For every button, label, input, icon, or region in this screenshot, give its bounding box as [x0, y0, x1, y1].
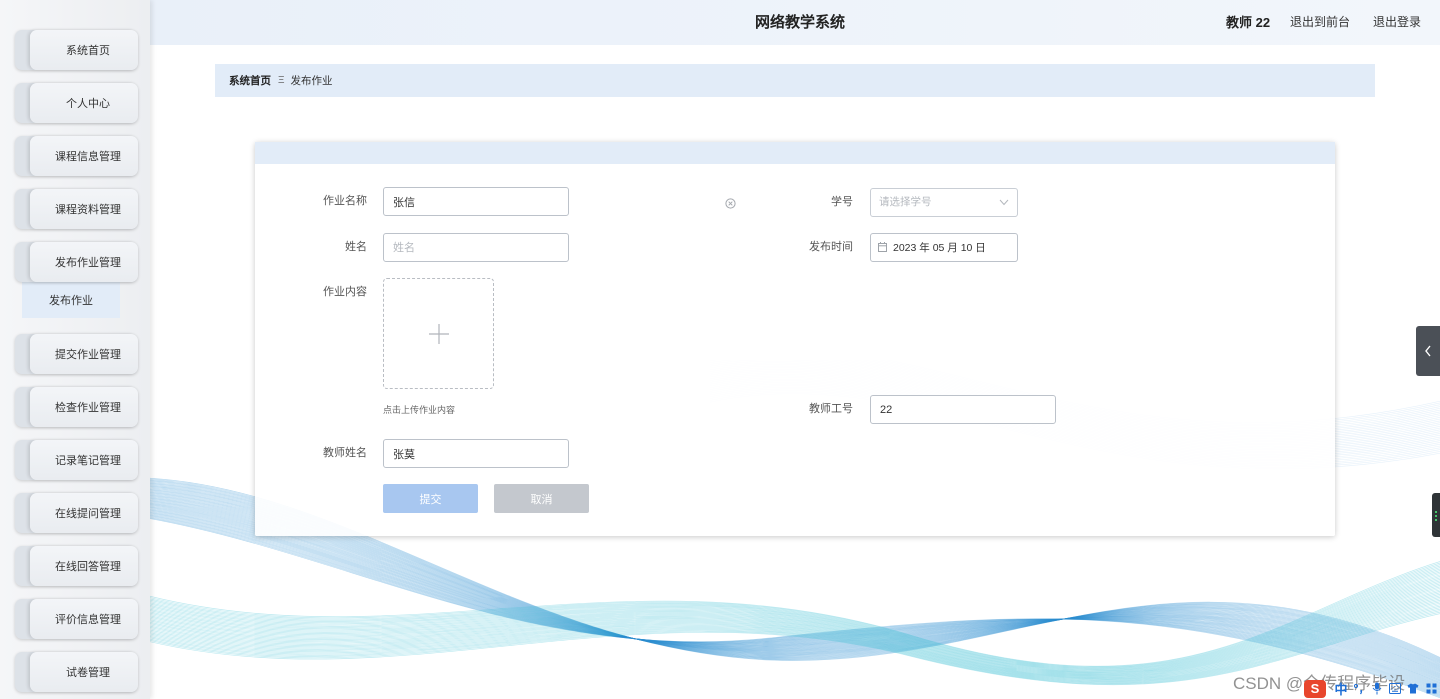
teacher-name-input[interactable]	[383, 439, 569, 468]
ime-logo-letter: S	[1310, 681, 1320, 696]
ime-toolbar: S 中	[1304, 678, 1440, 699]
sidebar-item-face: 评价信息管理	[30, 599, 138, 639]
sidebar-item-questions-management[interactable]: 在线提问管理	[15, 493, 138, 533]
sidebar-subitem-label: 发布作业	[49, 295, 93, 307]
sidebar-item-face: 在线提问管理	[30, 493, 138, 533]
sidebar-item-profile[interactable]: 个人中心	[15, 83, 138, 123]
circle-close-icon[interactable]	[725, 196, 736, 209]
upload-hint: 点击上传作业内容	[383, 405, 456, 415]
side-widget-handle[interactable]	[1432, 493, 1440, 537]
teacher-number-label: 教师工号	[809, 403, 853, 415]
logout-link[interactable]: 退出登录	[1373, 0, 1421, 45]
sidebar-item-label: 试卷管理	[66, 667, 110, 679]
sidebar-item-label: 课程资料管理	[55, 204, 121, 216]
sidebar-item-course-materials[interactable]: 课程资料管理	[15, 189, 138, 229]
chevron-down-icon	[999, 199, 1009, 206]
toolbox-icon[interactable]	[1422, 680, 1440, 698]
microphone-icon[interactable]	[1368, 680, 1386, 698]
current-user-link[interactable]: 教师 22	[1226, 0, 1270, 45]
keyboard-icon[interactable]	[1386, 680, 1404, 698]
chevron-left-icon	[1425, 345, 1431, 357]
breadcrumb-home-link[interactable]: 系统首页	[229, 73, 271, 88]
sidebar-item-check-homework-management[interactable]: 检查作业管理	[15, 387, 138, 427]
sidebar-item-face: 试卷管理	[30, 652, 138, 692]
back-to-frontend-link[interactable]: 退出到前台	[1290, 0, 1350, 45]
sidebar-item-label: 个人中心	[66, 98, 110, 110]
homework-name-input[interactable]	[383, 187, 569, 216]
sidebar-item-face: 检查作业管理	[30, 387, 138, 427]
sidebar: 系统首页 个人中心 课程信息管理 课程资料管理 发布作业管理 发布作业 提交作业…	[0, 0, 150, 699]
homework-content-upload[interactable]	[383, 278, 494, 389]
sidebar-item-label: 记录笔记管理	[55, 455, 121, 467]
publish-time-picker[interactable]	[870, 233, 1018, 262]
sidebar-item-face: 在线回答管理	[30, 546, 138, 586]
student-number-label: 学号	[831, 196, 853, 208]
breadcrumb-separator: Ξ	[278, 75, 285, 86]
publish-time-label: 发布时间	[809, 241, 853, 253]
breadcrumb: 系统首页 Ξ 发布作业	[215, 64, 1375, 97]
publish-homework-form: 作业名称 学号 请选择学号 姓名 发布时间 作业内容 点击上传	[255, 142, 1335, 536]
sidebar-item-face: 个人中心	[30, 83, 138, 123]
sidebar-item-notes-management[interactable]: 记录笔记管理	[15, 440, 138, 480]
plus-icon	[428, 323, 449, 344]
sidebar-item-publish-homework-management[interactable]: 发布作业管理	[15, 242, 138, 282]
submit-button[interactable]: 提交	[383, 484, 478, 513]
sogou-logo-icon[interactable]: S	[1304, 679, 1326, 698]
sidebar-item-exam-management[interactable]: 试卷管理	[15, 652, 138, 692]
skin-icon[interactable]	[1404, 680, 1422, 698]
homework-name-label: 作业名称	[323, 195, 367, 207]
collapse-panel-tab[interactable]	[1416, 326, 1440, 376]
sidebar-item-submit-homework-management[interactable]: 提交作业管理	[15, 334, 138, 374]
sidebar-item-face: 记录笔记管理	[30, 440, 138, 480]
student-number-placeholder: 请选择学号	[879, 196, 932, 208]
sidebar-item-home[interactable]: 系统首页	[15, 30, 138, 70]
student-name-input[interactable]	[383, 233, 569, 262]
punctuation-icon[interactable]	[1350, 680, 1368, 698]
student-number-select[interactable]: 请选择学号	[870, 188, 1018, 217]
sidebar-item-label: 在线回答管理	[55, 561, 121, 573]
sidebar-subitem-publish-homework[interactable]: 发布作业	[22, 282, 120, 318]
sidebar-item-face: 课程资料管理	[30, 189, 138, 229]
sidebar-item-label: 检查作业管理	[55, 402, 121, 414]
ime-language-mode[interactable]: 中	[1332, 679, 1350, 698]
homework-content-label: 作业内容	[323, 286, 367, 298]
student-name-label: 姓名	[345, 241, 367, 253]
form-header-strip	[255, 142, 1335, 164]
sidebar-item-course-info[interactable]: 课程信息管理	[15, 136, 138, 176]
sidebar-item-face: 提交作业管理	[30, 334, 138, 374]
sidebar-item-label: 课程信息管理	[55, 151, 121, 163]
sidebar-item-label: 系统首页	[66, 45, 110, 57]
teacher-name-label: 教师姓名	[323, 447, 367, 459]
sidebar-item-face: 发布作业管理	[30, 242, 138, 282]
sidebar-item-face: 系统首页	[30, 30, 138, 70]
sidebar-item-answers-management[interactable]: 在线回答管理	[15, 546, 138, 586]
sidebar-item-label: 评价信息管理	[55, 614, 121, 626]
breadcrumb-current: 发布作业	[290, 75, 333, 87]
top-header: 网络教学系统 教师 22 退出到前台 退出登录	[150, 0, 1440, 45]
publish-time-input[interactable]	[870, 233, 1018, 262]
sidebar-item-evaluation-management[interactable]: 评价信息管理	[15, 599, 138, 639]
teacher-number-input[interactable]	[870, 395, 1056, 424]
sidebar-item-label: 在线提问管理	[55, 508, 121, 520]
sidebar-item-label: 提交作业管理	[55, 349, 121, 361]
cancel-button[interactable]: 取消	[494, 484, 589, 513]
sidebar-item-face: 课程信息管理	[30, 136, 138, 176]
sidebar-item-label: 发布作业管理	[55, 257, 121, 269]
